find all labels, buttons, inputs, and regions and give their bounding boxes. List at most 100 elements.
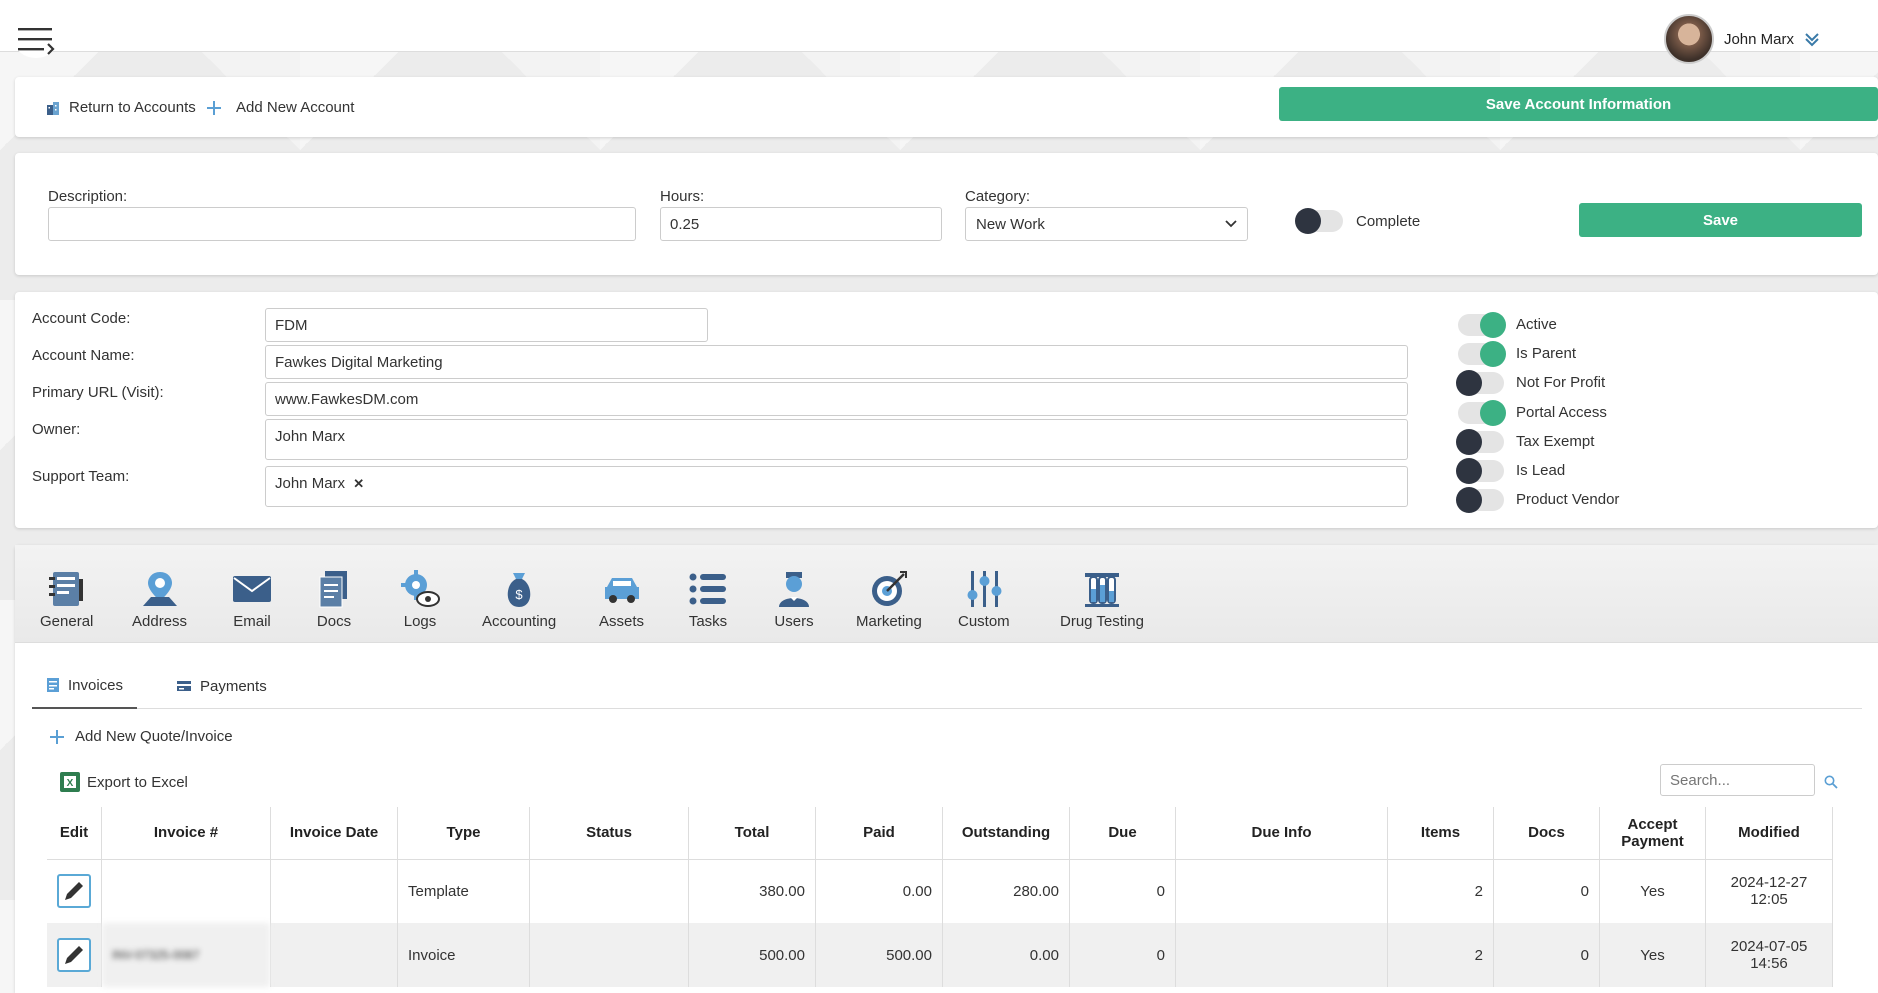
invoices-table: Edit Invoice # Invoice Date Type Status … [47,807,1833,987]
menu-toggle-button[interactable] [14,22,58,58]
tab-invoices[interactable]: Invoices [32,663,138,709]
is-lead-toggle[interactable] [1456,458,1504,484]
col-invoice-date[interactable]: Invoice Date [270,807,398,860]
tab-assets[interactable]: Assets [599,569,644,630]
account-actions-bar: Return to Accounts Add New Account Save … [15,77,1878,137]
due-info-cell [1175,923,1388,987]
excel-icon: X [60,772,80,792]
category-select[interactable]: New Work [965,207,1248,241]
tab-invoices-label: Invoices [68,676,124,694]
tab-address-label: Address [132,613,188,630]
outstanding-cell: 0.00 [942,923,1070,987]
module-tab-bar: General Address Email Docs Logs $ Accoun… [15,545,1878,643]
primary-url-label: Primary URL (Visit): [32,384,164,401]
export-to-excel-button[interactable]: X Export to Excel [59,771,188,793]
test-tubes-icon [1084,573,1119,607]
hours-input[interactable] [660,207,942,241]
due-cell: 0 [1069,923,1176,987]
owner-label: Owner: [32,421,81,438]
tab-marketing[interactable]: Marketing [856,569,922,630]
tab-custom[interactable]: Custom [958,569,1010,630]
add-new-account-link[interactable]: Add New Account [206,99,354,116]
search-icon[interactable] [1824,775,1838,789]
save-account-information-button[interactable]: Save Account Information [1279,87,1878,121]
edit-button[interactable] [57,938,91,972]
table-row[interactable]: Template 380.00 0.00 280.00 0 2 0 Yes 20… [47,859,1833,923]
type-cell: Template [397,859,530,923]
is-parent-label: Is Parent [1516,345,1577,362]
account-name-input[interactable] [265,345,1408,379]
active-toggle[interactable] [1458,312,1506,338]
support-team-select[interactable]: John Marx ✕ [265,466,1408,507]
col-type[interactable]: Type [397,807,530,860]
col-modified[interactable]: Modified [1705,807,1833,860]
tax-exempt-toggle[interactable] [1456,429,1504,455]
total-cell: 500.00 [688,923,816,987]
save-time-entry-button[interactable]: Save [1579,203,1862,237]
tab-logs[interactable]: Logs [399,569,441,630]
tab-address[interactable]: Address [132,569,187,630]
tab-general[interactable]: General [40,569,93,630]
tab-docs[interactable]: Docs [313,569,355,630]
return-to-accounts-label: Return to Accounts [69,99,196,116]
col-edit[interactable]: Edit [47,807,102,860]
docs-cell: 0 [1493,923,1600,987]
add-new-quote-invoice-link[interactable]: Add New Quote/Invoice [49,728,233,745]
col-outstanding[interactable]: Outstanding [942,807,1070,860]
tab-email[interactable]: Email [231,569,273,630]
col-docs[interactable]: Docs [1493,807,1600,860]
description-input[interactable] [48,207,636,241]
table-row[interactable]: INV-07325-0087 Invoice 500.00 500.00 0.0… [47,923,1833,987]
add-new-account-label: Add New Account [236,99,355,116]
tax-exempt-label: Tax Exempt [1516,433,1595,450]
col-due[interactable]: Due [1069,807,1176,860]
col-status[interactable]: Status [529,807,689,860]
tab-users[interactable]: Users [773,569,815,630]
outstanding-cell: 280.00 [942,859,1070,923]
primary-url-input[interactable] [265,382,1408,416]
gear-eye-icon [401,570,440,607]
invoice-date-cell [270,859,398,923]
owner-select[interactable]: John Marx [265,419,1408,460]
invoice-number-cell[interactable]: INV-07325-0087 [101,923,271,987]
tab-drug-testing[interactable]: Drug Testing [1060,569,1144,630]
tab-custom-label: Custom [958,613,1010,630]
payment-icon [177,681,191,691]
tab-users-label: Users [774,613,814,630]
docs-cell: 0 [1493,859,1600,923]
portal-access-toggle[interactable] [1458,400,1506,426]
col-paid[interactable]: Paid [815,807,943,860]
invoice-icon [47,678,59,692]
user-name: John Marx [1723,30,1794,48]
col-total[interactable]: Total [688,807,816,860]
paid-cell: 0.00 [815,859,943,923]
remove-tag-icon[interactable]: ✕ [353,476,364,491]
complete-toggle[interactable] [1295,208,1343,234]
account-details: Account Code: Account Name: Primary URL … [15,292,1878,528]
search-input[interactable] [1660,764,1815,796]
support-team-label: Support Team: [32,468,130,485]
col-items[interactable]: Items [1387,807,1494,860]
active-label: Active [1516,316,1557,333]
tab-accounting[interactable]: $ Accounting [482,569,556,630]
chevron-down-icon [1805,33,1819,47]
edit-button[interactable] [57,874,91,909]
user-menu[interactable]: John Marx [1663,14,1820,64]
account-code-input[interactable] [265,308,708,342]
col-due-info[interactable]: Due Info [1175,807,1388,860]
invoice-number-cell[interactable] [101,859,271,923]
table-header-row: Edit Invoice # Invoice Date Type Status … [47,807,1833,860]
tab-payments[interactable]: Payments [162,663,281,709]
description-label: Description: [48,188,128,205]
col-invoice-number[interactable]: Invoice # [101,807,271,860]
tab-assets-label: Assets [599,613,645,630]
is-parent-toggle[interactable] [1458,341,1506,367]
not-for-profit-toggle[interactable] [1456,370,1504,396]
svg-text:$: $ [515,587,523,602]
tab-accounting-label: Accounting [482,613,557,630]
product-vendor-toggle[interactable] [1456,487,1504,513]
col-accept-payment[interactable]: Accept Payment [1599,807,1706,860]
plus-icon [50,729,64,744]
return-to-accounts-link[interactable]: Return to Accounts [45,99,196,116]
tab-tasks[interactable]: Tasks [687,569,729,630]
